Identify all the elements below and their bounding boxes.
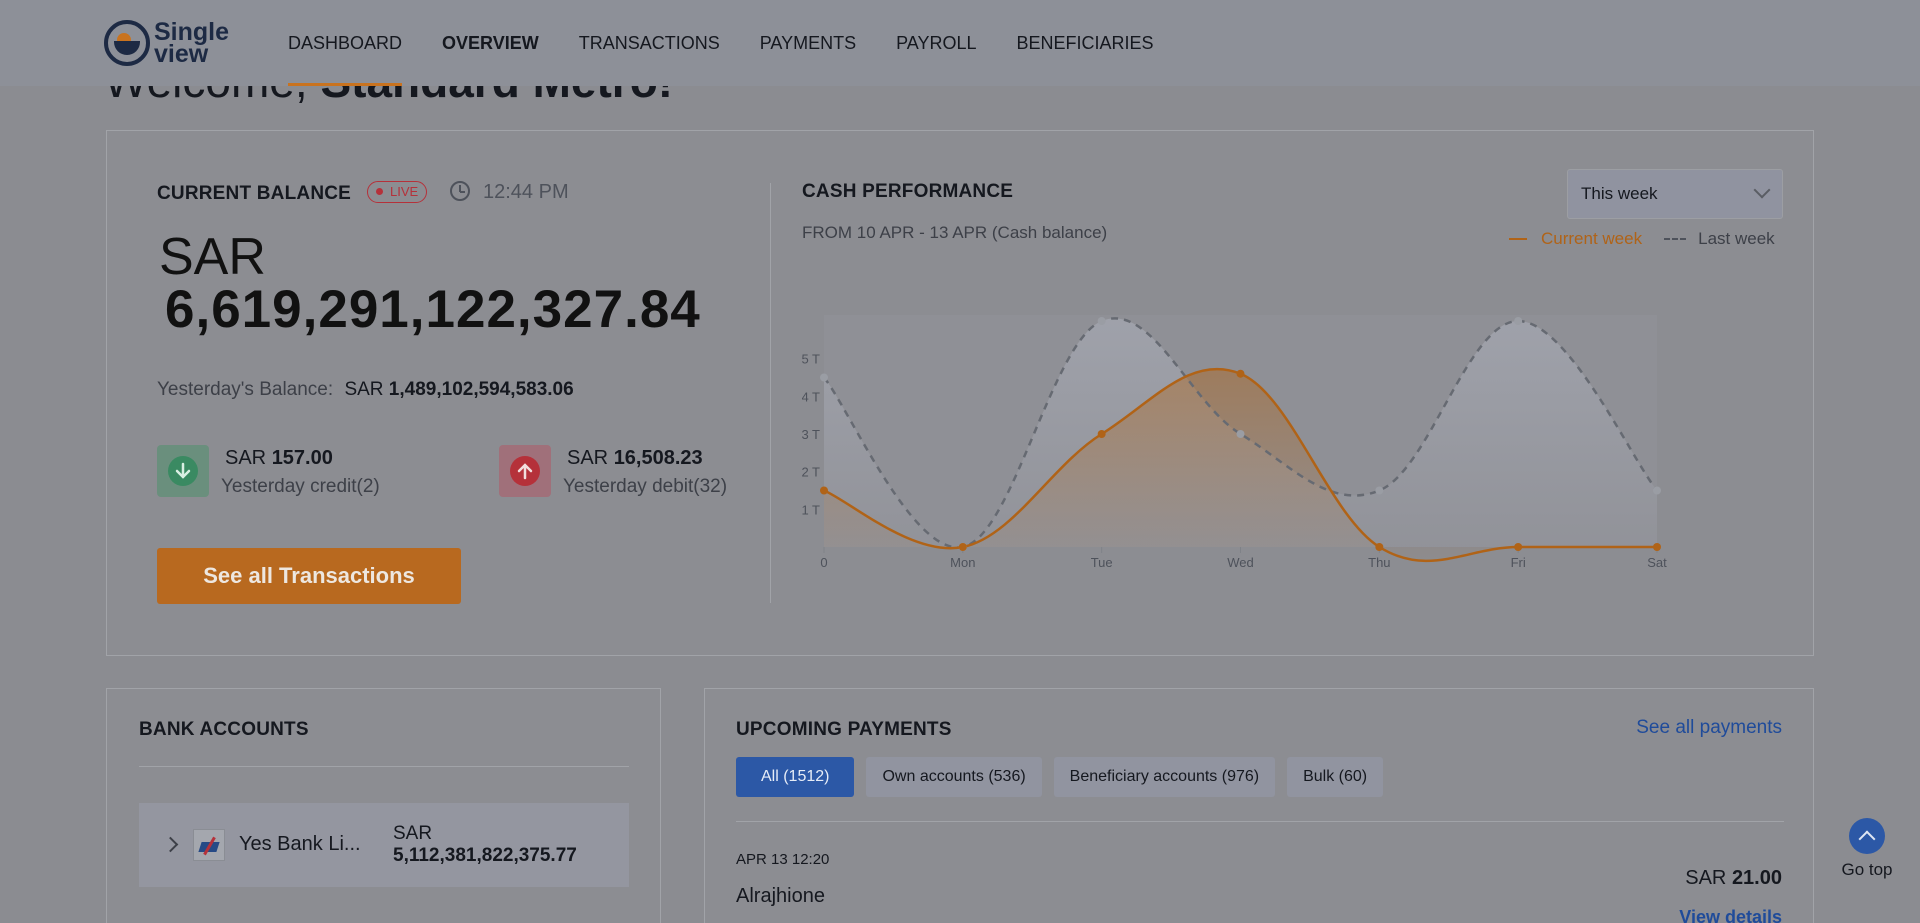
debit-amount: SAR 16,508.23 xyxy=(567,447,703,469)
y-tick-label: 5 T xyxy=(802,352,820,367)
bank-accounts-card: BANK ACCOUNTS Yes Bank Li... SAR 5,112,3… xyxy=(106,688,661,923)
payment-amount: SAR 21.00 xyxy=(1685,867,1782,889)
view-details-link[interactable]: View details xyxy=(1679,907,1782,923)
chevron-up-icon[interactable] xyxy=(1849,818,1885,854)
data-point xyxy=(1653,486,1661,495)
credit-label: Yesterday credit(2) xyxy=(221,476,380,497)
data-point xyxy=(1236,430,1245,438)
arrow-up-icon xyxy=(499,445,551,497)
upcoming-payments-title: UPCOMING PAYMENTS xyxy=(736,719,952,740)
y-tick-label: 1 T xyxy=(802,502,820,517)
data-point xyxy=(1097,317,1106,325)
logo-text: Single view xyxy=(154,18,230,68)
y-tick-label: 4 T xyxy=(802,389,820,404)
balance-time: 12:44 PM xyxy=(483,181,569,203)
go-top-button[interactable]: Go top xyxy=(1838,818,1896,880)
top-navbar: Single view DASHBOARD OVERVIEW TRANSACTI… xyxy=(0,0,1920,86)
arrow-down-icon xyxy=(157,445,209,497)
x-tick-label: Tue xyxy=(1091,555,1113,570)
see-all-payments-link[interactable]: See all payments xyxy=(1636,717,1782,739)
payment-date: APR 13 12:20 xyxy=(736,851,830,868)
live-badge: LIVE xyxy=(367,181,428,203)
credit-amount: SAR 157.00 xyxy=(225,447,333,469)
bank-logo-icon xyxy=(193,829,225,861)
logo-mark-icon xyxy=(104,20,150,66)
debit-summary: SAR 16,508.23 Yesterday debit(32) xyxy=(499,445,727,498)
data-point xyxy=(820,486,828,495)
nav-transactions[interactable]: TRANSACTIONS xyxy=(579,0,720,86)
balance-currency: SAR xyxy=(159,228,266,286)
y-tick-label: 3 T xyxy=(802,427,820,442)
data-point xyxy=(1375,543,1384,551)
clock-icon xyxy=(450,181,470,201)
legend-current-week: Current week xyxy=(1509,229,1642,249)
data-point xyxy=(1236,369,1245,378)
data-point xyxy=(1653,543,1661,551)
see-all-transactions-button[interactable]: See all Transactions xyxy=(157,548,461,604)
divider xyxy=(736,821,1784,822)
data-point xyxy=(1514,317,1523,325)
payment-filters: All (1512) Own accounts (536) Beneficiar… xyxy=(736,757,1395,797)
bank-name: Yes Bank Li... xyxy=(239,833,361,855)
period-select[interactable]: This week xyxy=(1567,169,1783,219)
filter-bulk[interactable]: Bulk (60) xyxy=(1287,757,1384,797)
data-point xyxy=(1097,430,1106,438)
divider xyxy=(139,766,629,767)
x-tick-label: Sat xyxy=(1647,555,1667,570)
cash-performance-chart: 1 T 2 T 3 T 4 T 5 T 0 Mon Tue Wed Thu Fri Sat xyxy=(802,315,1667,570)
divider xyxy=(770,183,771,603)
go-top-label: Go top xyxy=(1841,860,1893,879)
debit-label: Yesterday debit(32) xyxy=(563,476,728,497)
payment-name: Alrajhione xyxy=(736,885,825,907)
balance-amount: 6,619,291,122,327.84 xyxy=(165,280,701,339)
data-point xyxy=(958,543,967,551)
bank-amount: 5,112,381,822,375.77 xyxy=(393,845,577,866)
balance-card: CURRENT BALANCE LIVE 12:44 PM SAR 6,619,… xyxy=(106,130,1814,656)
y-tick-label: 2 T xyxy=(802,465,820,480)
data-point xyxy=(820,373,828,382)
filter-all[interactable]: All (1512) xyxy=(736,757,855,797)
nav-payroll[interactable]: PAYROLL xyxy=(896,0,976,86)
data-point xyxy=(1375,486,1384,495)
x-tick-label: Wed xyxy=(1227,555,1254,570)
bank-accounts-title: BANK ACCOUNTS xyxy=(139,719,309,740)
nav-payments[interactable]: PAYMENTS xyxy=(760,0,856,86)
x-tick-label: Mon xyxy=(950,555,975,570)
legend-last-week: Last week xyxy=(1664,229,1775,249)
nav-dashboard[interactable]: DASHBOARD xyxy=(288,0,403,86)
cash-performance-subtitle: FROM 10 APR - 13 APR (Cash balance) xyxy=(802,223,1108,242)
x-tick-label: Fri xyxy=(1511,555,1526,570)
bank-currency: SAR xyxy=(393,823,433,844)
nav-overview[interactable]: OVERVIEW xyxy=(442,0,539,86)
yesterday-balance: Yesterday's Balance: SAR 1,489,102,594,5… xyxy=(157,379,574,400)
chevron-right-icon[interactable] xyxy=(162,836,179,853)
upcoming-payments-card: UPCOMING PAYMENTS See all payments All (… xyxy=(704,688,1814,923)
main-nav: DASHBOARD OVERVIEW TRANSACTIONS PAYMENTS… xyxy=(288,0,1194,86)
x-tick-label: 0 xyxy=(820,555,827,570)
filter-own-accounts[interactable]: Own accounts (536) xyxy=(866,757,1042,797)
singleview-logo[interactable]: Single view xyxy=(104,18,234,68)
chart-legend: Current week Last week xyxy=(1509,229,1775,249)
data-point xyxy=(1514,543,1523,551)
cash-performance-title: CASH PERFORMANCE xyxy=(802,181,1014,202)
filter-beneficiary-accounts[interactable]: Beneficiary accounts (976) xyxy=(1053,757,1276,797)
credit-summary: SAR 157.00 Yesterday credit(2) xyxy=(157,445,380,498)
current-balance-title: CURRENT BALANCE xyxy=(157,183,352,204)
nav-beneficiaries[interactable]: BENEFICIARIES xyxy=(1016,0,1153,86)
chevron-down-icon xyxy=(1753,181,1771,199)
bank-account-row[interactable]: Yes Bank Li... SAR 5,112,381,822,375.77 xyxy=(139,803,629,887)
x-tick-label: Thu xyxy=(1368,555,1390,570)
